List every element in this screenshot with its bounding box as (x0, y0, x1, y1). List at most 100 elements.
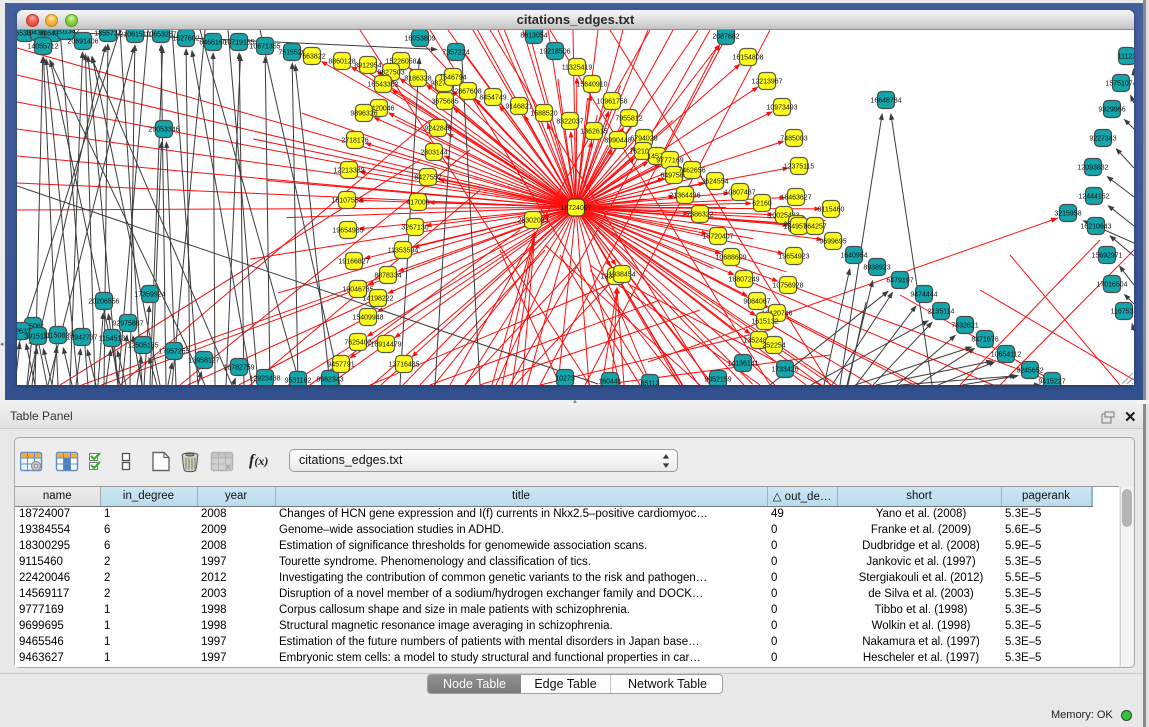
svg-text:252254: 252254 (762, 343, 785, 350)
svg-text:10671355: 10671355 (249, 44, 280, 51)
svg-text:160441: 160441 (598, 379, 621, 386)
svg-text:15751074: 15751074 (1105, 81, 1134, 88)
svg-text:18807249: 18807249 (728, 277, 759, 284)
svg-text:9227343: 9227343 (1089, 136, 1116, 143)
svg-text:1527602: 1527602 (172, 36, 199, 43)
svg-text:10756928: 10756928 (772, 283, 803, 290)
svg-text:8662343: 8662343 (316, 377, 343, 384)
svg-text:1733426: 1733426 (771, 367, 798, 374)
svg-text:2803144: 2803144 (420, 150, 447, 157)
svg-text:16543362: 16543362 (367, 82, 398, 89)
svg-text:62160: 62160 (752, 201, 772, 208)
svg-text:92975887: 92975887 (112, 321, 143, 328)
svg-text:9084067: 9084067 (743, 299, 770, 306)
svg-text:9245652: 9245652 (1016, 368, 1043, 375)
svg-text:1362615: 1362615 (580, 129, 607, 136)
svg-text:17957255: 17957255 (158, 349, 189, 356)
svg-text:9052159: 9052159 (704, 377, 731, 384)
svg-text:17359924: 17359924 (134, 292, 165, 299)
svg-text:11123: 11123 (1118, 54, 1134, 61)
svg-text:8860128: 8860128 (328, 59, 355, 66)
svg-text:8990448: 8990448 (604, 138, 631, 145)
svg-text:7386322: 7386322 (686, 212, 713, 219)
svg-text:14198222: 14198222 (362, 296, 393, 303)
svg-text:7625402: 7625402 (344, 340, 371, 347)
svg-text:8454749: 8454749 (479, 95, 506, 102)
svg-text:6479197: 6479197 (886, 278, 913, 285)
svg-text:12942737: 12942737 (66, 335, 97, 342)
svg-text:3675685: 3675685 (431, 99, 458, 106)
svg-text:12375115: 12375115 (784, 164, 815, 171)
svg-text:20691406: 20691406 (67, 39, 98, 46)
svg-text:8186328: 8186328 (404, 76, 431, 83)
svg-text:8878334: 8878334 (374, 273, 401, 280)
svg-text:8427552: 8427552 (414, 175, 441, 182)
svg-text:1546794: 1546794 (439, 75, 466, 82)
svg-text:12444152: 12444152 (1078, 194, 1109, 201)
svg-text:9699695: 9699695 (819, 239, 846, 246)
svg-text:18724007: 18724007 (560, 205, 591, 212)
svg-text:12213389: 12213389 (333, 168, 364, 175)
svg-text:85113: 85113 (641, 381, 660, 386)
svg-text:15692971: 15692971 (1091, 253, 1122, 260)
svg-text:13958127: 13958127 (188, 358, 219, 365)
svg-text:20206556: 20206556 (88, 299, 119, 306)
svg-text:1154513: 1154513 (99, 336, 126, 343)
svg-text:9896326: 9896326 (350, 111, 377, 118)
svg-text:7663822: 7663822 (298, 54, 325, 61)
svg-text:16107553: 16107553 (331, 198, 362, 205)
svg-text:1855737: 1855737 (94, 31, 121, 38)
svg-text:18463627: 18463627 (780, 195, 811, 202)
svg-text:10807487: 10807487 (724, 190, 755, 197)
svg-text:12923488: 12923488 (249, 376, 280, 383)
svg-text:11325419: 11325419 (562, 65, 593, 72)
svg-text:3624554: 3624554 (701, 179, 728, 186)
svg-text:16914479: 16914479 (370, 342, 401, 349)
svg-text:16154808: 16154808 (732, 55, 763, 62)
svg-text:19218506: 19218506 (539, 49, 570, 56)
svg-text:1588520: 1588520 (530, 111, 557, 118)
svg-text:8813054: 8813054 (520, 33, 547, 40)
svg-text:29053346: 29053346 (148, 127, 179, 134)
svg-text:19046785: 19046785 (342, 287, 373, 294)
svg-text:8938923: 8938923 (863, 265, 890, 272)
svg-text:21364436: 21364436 (669, 193, 700, 200)
svg-text:8322037: 8322037 (556, 119, 583, 126)
svg-text:9329966: 9329966 (1098, 107, 1125, 114)
svg-text:25302033: 25302033 (517, 218, 548, 225)
svg-text:11353594: 11353594 (388, 248, 419, 255)
svg-text:12213967: 12213967 (751, 79, 782, 86)
svg-text:15409948: 15409948 (352, 315, 383, 322)
svg-text:8912954: 8912954 (354, 63, 381, 70)
svg-text:10273: 10273 (555, 376, 575, 383)
svg-text:1640954: 1640954 (840, 253, 867, 260)
svg-text:2135114: 2135114 (928, 309, 955, 316)
svg-text:15640910: 15640910 (576, 82, 607, 89)
svg-text:9531162: 9531162 (285, 378, 312, 385)
svg-text:19654985: 19654985 (332, 228, 363, 235)
svg-text:8471676: 8471676 (971, 337, 998, 344)
svg-text:2867608: 2867608 (454, 89, 481, 96)
svg-text:3267130: 3267130 (401, 225, 428, 232)
svg-text:14136141: 14136141 (727, 361, 758, 368)
svg-text:2087682: 2087682 (712, 34, 739, 41)
svg-text:417006: 417006 (406, 200, 429, 207)
svg-text:13716485: 13716485 (388, 362, 419, 369)
svg-text:10654112: 10654112 (991, 352, 1022, 359)
svg-text:19166827: 19166827 (338, 259, 369, 266)
svg-text:1938454: 1938454 (608, 272, 635, 279)
svg-text:9474444: 9474444 (910, 292, 937, 299)
svg-text:9777169: 9777169 (656, 158, 683, 165)
svg-text:17016504: 17016504 (1096, 282, 1127, 289)
svg-text:7955812: 7955812 (615, 116, 642, 123)
svg-text:16210643: 16210643 (1080, 224, 1111, 231)
svg-text:1615132: 1615132 (751, 319, 778, 326)
svg-text:10973493: 10973493 (766, 105, 797, 112)
svg-text:964257: 964257 (803, 224, 826, 231)
svg-text:10961758: 10961758 (596, 99, 627, 106)
svg-text:10688609: 10688609 (715, 255, 746, 262)
svg-text:16782759: 16782759 (223, 365, 254, 372)
svg-text:7632621: 7632621 (951, 323, 978, 330)
svg-text:1167533: 1167533 (1111, 309, 1134, 316)
svg-text:9115460: 9115460 (818, 207, 845, 214)
